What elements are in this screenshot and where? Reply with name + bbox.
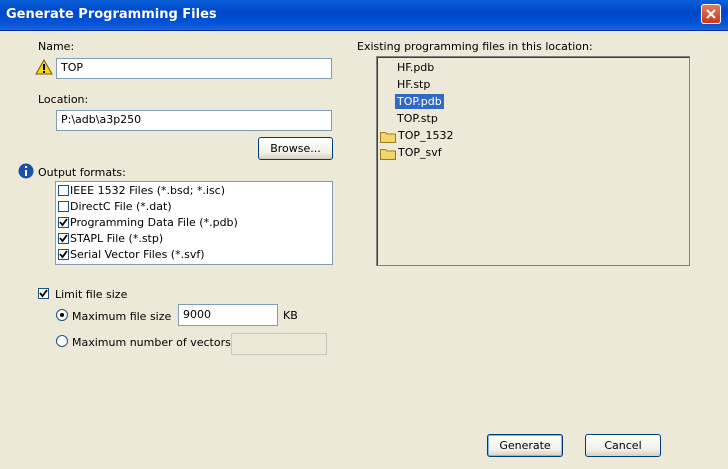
max-file-size-radio[interactable] (56, 309, 68, 321)
output-format-label: STAPL File (*.stp) (70, 232, 164, 245)
close-button[interactable] (701, 4, 721, 24)
checkbox[interactable] (58, 233, 69, 244)
output-format-stapl[interactable]: STAPL File (*.stp) (58, 231, 328, 247)
warning-icon (35, 59, 53, 75)
output-format-label: Serial Vector Files (*.svf) (70, 248, 205, 261)
name-label: Name: (38, 40, 75, 53)
checkmark-icon (59, 234, 68, 243)
output-format-ieee[interactable]: IEEE 1532 Files (*.bsd; *.isc) (58, 183, 328, 199)
existing-files-tree[interactable]: HF.pdb HF.stp TOP.pdb TOP.stp TOP_1532 T… (376, 56, 690, 266)
title-bar: Generate Programming Files (0, 0, 728, 31)
generate-button[interactable]: Generate (487, 434, 563, 457)
tree-item-folder[interactable]: TOP_1532 (380, 128, 480, 144)
tree-item-label: HF.stp (397, 78, 431, 91)
existing-files-label: Existing programming files in this locat… (357, 40, 593, 53)
max-file-size-unit: KB (283, 309, 298, 322)
output-formats-list: IEEE 1532 Files (*.bsd; *.isc) DirectC F… (55, 181, 333, 265)
checkbox[interactable] (58, 185, 69, 196)
max-file-size-input[interactable]: 9000 (178, 304, 278, 326)
browse-button[interactable]: Browse... (258, 137, 333, 160)
tree-item-label: TOP.pdb (395, 94, 444, 109)
window-title: Generate Programming Files (6, 7, 217, 22)
checkmark-icon (39, 289, 48, 298)
tree-item-label: TOP.stp (397, 112, 438, 125)
output-format-label: DirectC File (*.dat) (70, 200, 172, 213)
checkbox[interactable] (58, 201, 69, 212)
output-format-directc[interactable]: DirectC File (*.dat) (58, 199, 328, 215)
output-format-label: Programming Data File (*.pdb) (70, 216, 238, 229)
max-file-size-label: Maximum file size (72, 310, 172, 323)
close-icon (706, 9, 716, 19)
checkbox[interactable] (38, 288, 49, 299)
checkbox[interactable] (58, 217, 69, 228)
output-format-pdb[interactable]: Programming Data File (*.pdb) (58, 215, 328, 231)
info-icon (18, 163, 34, 179)
tree-item-label: HF.pdb (397, 61, 435, 74)
tree-item-folder[interactable]: TOP_svf (380, 145, 480, 161)
checkmark-icon (59, 218, 68, 227)
location-label: Location: (38, 93, 89, 106)
output-format-svf[interactable]: Serial Vector Files (*.svf) (58, 247, 328, 263)
output-format-label: IEEE 1532 Files (*.bsd; *.isc) (70, 184, 226, 197)
folder-icon (380, 149, 396, 160)
max-vectors-label: Maximum number of vectors (72, 336, 231, 349)
name-input[interactable]: TOP (56, 58, 332, 79)
checkmark-icon (59, 250, 68, 259)
tree-item-label: TOP_svf (398, 146, 442, 159)
limit-file-size-checkbox[interactable]: Limit file size (38, 287, 138, 301)
max-vectors-input[interactable] (231, 333, 327, 355)
cancel-button[interactable]: Cancel (585, 434, 661, 457)
checkbox[interactable] (58, 249, 69, 260)
location-input[interactable]: P:\adb\a3p250 (56, 110, 332, 131)
output-formats-label: Output formats: (38, 166, 126, 179)
max-vectors-radio[interactable] (56, 335, 68, 347)
folder-icon (380, 132, 396, 143)
limit-file-size-label: Limit file size (55, 288, 128, 301)
tree-item-label: TOP_1532 (398, 129, 454, 142)
